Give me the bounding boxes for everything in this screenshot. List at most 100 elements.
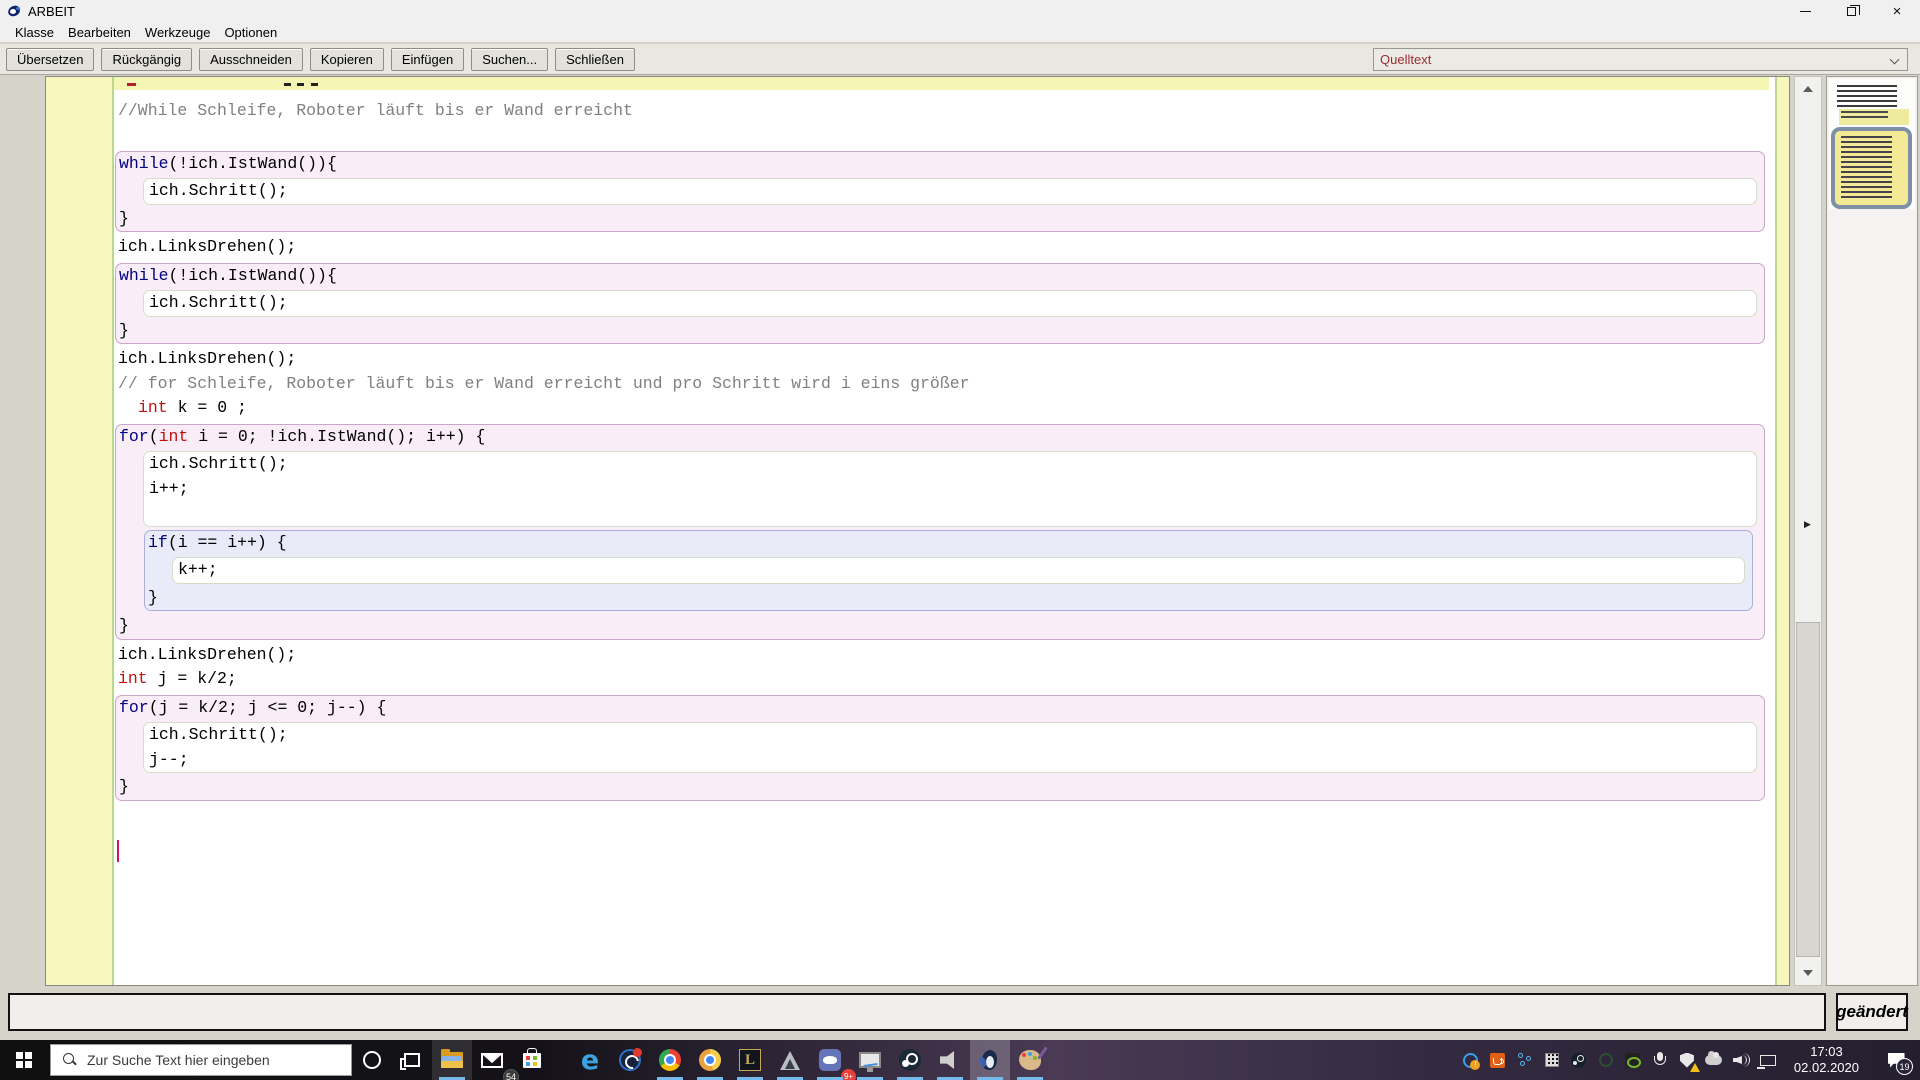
edge-button[interactable]: e — [570, 1040, 610, 1080]
statement-box: ich.Schritt(); i++; — [143, 451, 1757, 527]
code-line: ich.Schritt(); — [149, 454, 288, 473]
connectivity-tray-button[interactable] — [1516, 1051, 1534, 1069]
scrollbar-thumb[interactable] — [1796, 622, 1820, 957]
volume-tray-button[interactable] — [1732, 1051, 1750, 1069]
block-header: for(int i = 0; !ich.IstWand(); i++) { — [119, 426, 486, 446]
microphone-tray-button[interactable] — [1651, 1051, 1669, 1069]
block-body: k++; — [172, 557, 1745, 584]
toolbar-button-rückgängig[interactable]: Rückgängig — [101, 47, 193, 71]
assistant-tray-button[interactable]: ! — [1462, 1051, 1481, 1070]
windows-logo-icon — [16, 1052, 32, 1068]
toolbar-button-übersetzen[interactable]: Übersetzen — [6, 47, 95, 71]
block-close-brace: } — [119, 208, 129, 228]
java-tray-icon — [1490, 1052, 1506, 1068]
media-app-button[interactable] — [610, 1040, 650, 1080]
code-line: ich.Schritt(); — [149, 293, 288, 312]
minimize-button[interactable] — [1782, 0, 1828, 22]
block-header: while(!ich.IstWand()){ — [119, 265, 337, 285]
taskbar-clock[interactable]: 17:03 02.02.2020 — [1786, 1044, 1867, 1076]
statement-box: ich.Schritt(); j--; — [143, 722, 1757, 773]
speaker-app-icon — [940, 1051, 954, 1069]
steam-button[interactable] — [890, 1040, 930, 1080]
taskbar-search-box[interactable]: Zur Suche Text hier eingeben — [50, 1044, 352, 1076]
menu-item-werkzeuge[interactable]: Werkzeuge — [138, 23, 218, 42]
warning-icon — [1689, 1063, 1700, 1072]
app-icon — [7, 4, 22, 19]
start-button[interactable] — [0, 1040, 48, 1080]
toolbar-button-einfügen[interactable]: Einfügen — [390, 47, 465, 71]
discord-button[interactable]: 9+ — [810, 1040, 856, 1080]
minimap-viewport[interactable] — [1831, 127, 1912, 209]
audio-app-button[interactable] — [930, 1040, 970, 1080]
nvidia-tray-button[interactable] — [1624, 1051, 1642, 1069]
code-minimap[interactable] — [1826, 76, 1918, 986]
code-line: j--; — [149, 749, 189, 769]
minimize-icon — [1799, 10, 1811, 12]
toolbar-button-suchen[interactable]: Suchen... — [471, 47, 549, 71]
edge-icon: e — [580, 1044, 600, 1076]
editor-right-margin — [1775, 77, 1789, 985]
toolbar-button-ausschneiden[interactable]: Ausschneiden — [199, 47, 303, 71]
nvidia-icon — [1625, 1052, 1642, 1068]
view-select-dropdown[interactable]: Quelltext — [1373, 47, 1908, 71]
java-update-tray-button[interactable] — [1489, 1051, 1507, 1069]
block-body: ich.Schritt(); i++; if(i == i++) {k++;} — [143, 451, 1757, 611]
restore-button[interactable] — [1828, 0, 1874, 22]
store-button[interactable] — [512, 1040, 552, 1080]
ring-app-tray-button[interactable] — [1597, 1051, 1615, 1069]
microphone-icon — [1653, 1052, 1666, 1068]
cortana-button[interactable] — [352, 1040, 392, 1080]
network-tray-button[interactable] — [1756, 1051, 1777, 1069]
text-caret — [117, 840, 119, 862]
paint-icon — [1019, 1046, 1048, 1070]
mail-button[interactable]: 54 — [472, 1040, 519, 1080]
assistant-tray-icon: ! — [1463, 1052, 1481, 1070]
task-view-button[interactable] — [392, 1040, 432, 1080]
menu-item-optionen[interactable]: Optionen — [217, 23, 284, 42]
code-editor[interactable]: //While Schleife, Roboter läuft bis er W… — [114, 77, 1769, 985]
if-block: if(i == i++) {k++;} — [144, 529, 1753, 611]
close-button[interactable]: × — [1874, 0, 1920, 22]
menu-item-bearbeiten[interactable]: Bearbeiten — [61, 23, 138, 42]
java-editor-icon — [978, 1049, 1001, 1071]
steam-tray-icon — [1571, 1052, 1587, 1068]
task-view-icon — [400, 1053, 420, 1070]
minimap-viewport-lines — [1841, 136, 1893, 198]
vertical-scrollbar[interactable]: ▶ — [1794, 76, 1822, 986]
steam-tray-button[interactable] — [1570, 1051, 1588, 1069]
toolbar-button-kopieren[interactable]: Kopieren — [309, 47, 384, 71]
scroll-down-button[interactable] — [1795, 961, 1821, 985]
chrome-canary-button[interactable] — [690, 1040, 730, 1080]
chrome-button[interactable] — [650, 1040, 690, 1080]
ark-button[interactable] — [770, 1040, 810, 1080]
scroll-up-button[interactable] — [1795, 77, 1821, 101]
splitter-arrow-icon[interactable]: ▶ — [1804, 519, 1811, 530]
file-explorer-button[interactable] — [432, 1040, 472, 1080]
chrome-icon — [659, 1049, 681, 1071]
notification-count-badge: 19 — [1896, 1058, 1913, 1075]
menu-bar: Klasse Bearbeiten Werkzeuge Optionen — [0, 22, 1920, 43]
code-line: int k = 0 ; — [138, 398, 247, 417]
loop-block: for(int i = 0; !ich.IstWand(); i++) { ich… — [115, 423, 1765, 640]
code-line: i++; — [149, 478, 189, 498]
action-center-button[interactable]: 19 — [1876, 1040, 1916, 1080]
ring-icon — [1598, 1053, 1613, 1067]
toolbar-button-schließen[interactable]: Schließen — [555, 47, 635, 71]
grid-app-tray-button[interactable] — [1543, 1051, 1561, 1069]
paint-button[interactable] — [1010, 1040, 1050, 1080]
defender-tray-button[interactable] — [1678, 1051, 1700, 1072]
store-icon — [523, 1047, 541, 1068]
file-explorer-icon — [441, 1049, 463, 1068]
editor-panel: //While Schleife, Roboter läuft bis er W… — [45, 76, 1790, 986]
block-close-brace: } — [119, 616, 129, 635]
editor-left-margin — [46, 77, 114, 985]
menu-item-klasse[interactable]: Klasse — [8, 23, 61, 42]
system-monitor-button[interactable] — [850, 1040, 890, 1080]
league-of-legends-icon: L — [739, 1049, 761, 1071]
java-editor-button[interactable] — [970, 1040, 1010, 1080]
block-close-brace: } — [119, 777, 129, 796]
league-of-legends-button[interactable]: L — [730, 1040, 770, 1080]
onedrive-tray-button[interactable] — [1705, 1051, 1723, 1069]
cortana-icon — [363, 1051, 381, 1069]
